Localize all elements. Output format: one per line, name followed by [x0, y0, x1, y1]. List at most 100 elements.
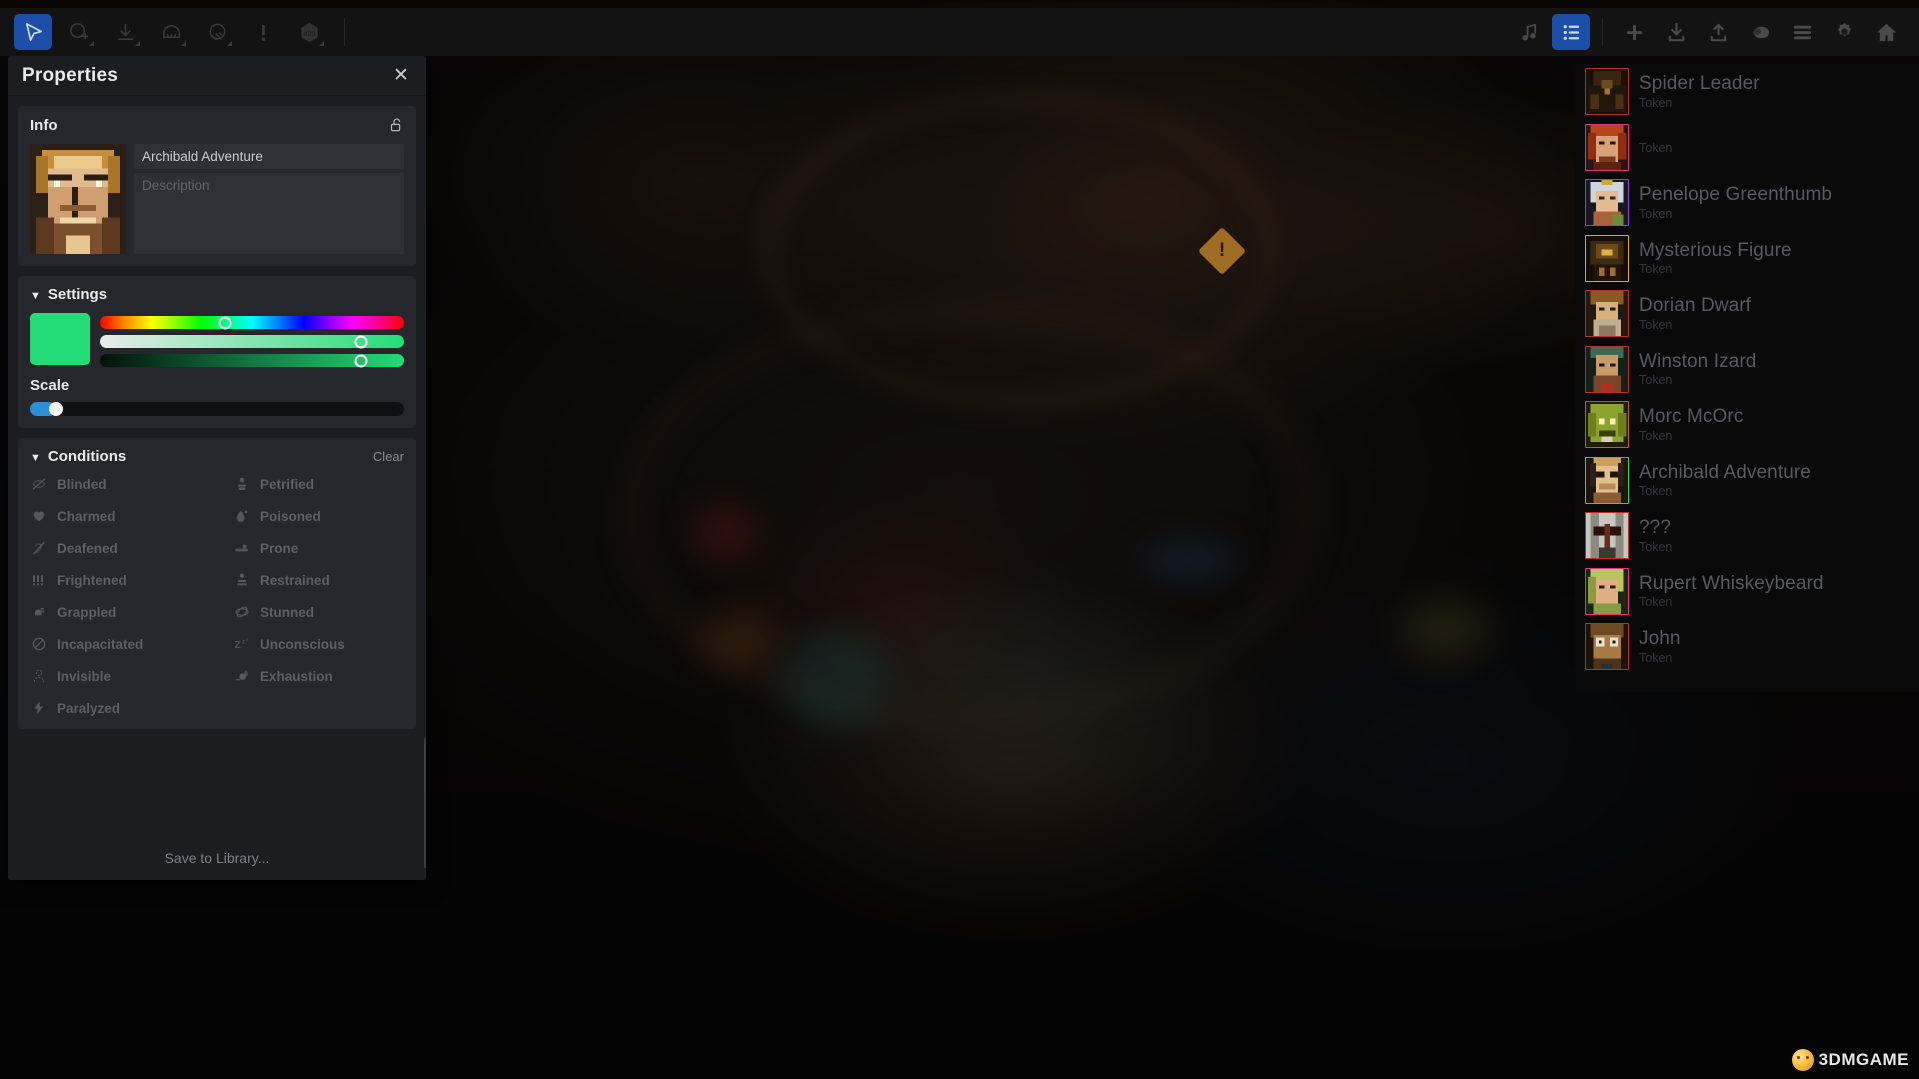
token-thumbnail[interactable]: [1585, 401, 1629, 449]
color-swatch[interactable]: [30, 313, 90, 365]
condition-restrained[interactable]: Restrained: [217, 571, 404, 589]
condition-label: Petrified: [260, 476, 315, 492]
select-tool[interactable]: [14, 14, 52, 50]
alert-tool[interactable]: [244, 14, 282, 50]
home-button[interactable]: [1867, 14, 1905, 50]
add-button[interactable]: [1615, 14, 1653, 50]
cloud-fog-icon: [1749, 21, 1772, 44]
settings-section-header[interactable]: ▼ Settings: [30, 286, 404, 303]
list-item[interactable]: Dorian Dwarf Token: [1575, 286, 1919, 342]
condition-grappled[interactable]: Grappled: [30, 603, 217, 621]
token-thumbnail[interactable]: [1585, 623, 1629, 671]
list-item[interactable]: Morc McOrc Token: [1575, 397, 1919, 453]
music-note-icon: [1518, 21, 1541, 44]
token-thumbnail[interactable]: [1585, 68, 1629, 116]
upload-button[interactable]: [1699, 14, 1737, 50]
token-thumbnail[interactable]: [1585, 456, 1629, 504]
watermark: 3DMGAME: [1791, 1049, 1909, 1071]
menu-button[interactable]: [1783, 14, 1821, 50]
scale-slider[interactable]: [30, 402, 404, 416]
token-type: Token: [1639, 317, 1673, 332]
fog-hide-icon: [206, 21, 229, 44]
list-item[interactable]: Archibald Adventure Token: [1575, 453, 1919, 509]
panel-scrollbar[interactable]: [424, 738, 426, 868]
chevron-down-icon[interactable]: ▼: [30, 452, 41, 464]
condition-blinded[interactable]: Blinded: [30, 475, 217, 493]
list-item[interactable]: Penelope Greenthumb Token: [1575, 175, 1919, 231]
scale-slider-knob[interactable]: [49, 402, 64, 416]
petrified-statue-icon: [233, 475, 251, 493]
condition-prone[interactable]: Prone: [217, 539, 404, 557]
music-button[interactable]: [1510, 14, 1548, 50]
condition-invisible[interactable]: Invisible: [30, 667, 217, 685]
settings-section-title: Settings: [47, 286, 108, 303]
avatar[interactable]: [30, 144, 126, 254]
condition-stunned[interactable]: Stunned: [217, 603, 404, 621]
token-description-input[interactable]: [134, 173, 404, 254]
settings-button[interactable]: [1825, 14, 1863, 50]
condition-label: Invisible: [57, 668, 112, 684]
token-text: Token: [1639, 140, 1672, 155]
token-type: Token: [1639, 95, 1673, 110]
condition-exhaustion[interactable]: Exhaustion: [217, 667, 404, 685]
list-item[interactable]: Token: [1575, 120, 1919, 176]
download-button[interactable]: [1657, 14, 1695, 50]
condition-empty: [217, 699, 404, 717]
condition-poisoned[interactable]: Poisoned: [217, 507, 404, 525]
condition-deafened[interactable]: Deafened: [30, 539, 217, 557]
token-list-panel[interactable]: Spider Leader Token Token Penelope Greenthu…: [1575, 64, 1919, 692]
value-slider-knob[interactable]: [354, 354, 368, 367]
condition-unconscious[interactable]: Zz z Unconscious: [217, 635, 404, 653]
token-thumbnail[interactable]: [1585, 512, 1629, 560]
condition-paralyzed[interactable]: Paralyzed: [30, 699, 217, 717]
condition-frightened[interactable]: Frightened: [30, 571, 217, 589]
unlocked-padlock-icon[interactable]: [389, 116, 404, 134]
list-item[interactable]: John Token: [1575, 619, 1919, 675]
condition-petrified[interactable]: Petrified: [217, 475, 404, 493]
token-thumbnail[interactable]: [1585, 123, 1629, 171]
list-item[interactable]: Mysterious Figure Token: [1575, 231, 1919, 287]
token-thumbnail[interactable]: [1585, 234, 1629, 282]
token-type: Token: [1639, 650, 1673, 665]
token-list-button[interactable]: [1552, 14, 1590, 50]
color-picker-row: [30, 313, 404, 367]
close-icon[interactable]: ✕: [388, 63, 414, 89]
condition-label: Incapacitated: [57, 636, 144, 652]
stunned-swirl-icon: [233, 603, 251, 621]
fog-button[interactable]: [1741, 14, 1779, 50]
value-slider[interactable]: [100, 354, 404, 367]
list-item[interactable]: Spider Leader Token: [1575, 64, 1919, 120]
map-warning-marker[interactable]: !: [1197, 226, 1247, 276]
save-to-library-button[interactable]: Save to Library...: [8, 850, 426, 866]
token-tool[interactable]: [152, 14, 190, 50]
token-name-input[interactable]: [134, 144, 404, 169]
token-thumbnail[interactable]: [1585, 179, 1629, 227]
condition-label: Paralyzed: [57, 700, 121, 716]
toolbar-left-group: d20: [14, 14, 353, 50]
gear-icon: [1833, 21, 1856, 44]
fog-hide-tool[interactable]: [198, 14, 236, 50]
unconscious-zzz-icon: Zzz: [233, 635, 251, 653]
list-item[interactable]: Rupert Whiskeybeard Token: [1575, 564, 1919, 620]
token-thumbnail[interactable]: [1585, 290, 1629, 338]
token-text: Morc McOrc Token: [1639, 406, 1743, 443]
import-tool[interactable]: [106, 14, 144, 50]
fog-reveal-tool[interactable]: [60, 14, 98, 50]
condition-label: Charmed: [57, 508, 116, 524]
list-item[interactable]: Winston Izard Token: [1575, 342, 1919, 398]
color-sliders: [100, 313, 404, 367]
condition-charmed[interactable]: Charmed: [30, 507, 217, 525]
tool-expand-corner: [227, 41, 232, 46]
clear-conditions-button[interactable]: Clear: [373, 449, 404, 464]
map-warning-marker-label: !: [1218, 240, 1226, 261]
saturation-slider-knob[interactable]: [354, 335, 368, 348]
token-name: Spider Leader: [1639, 73, 1760, 95]
token-thumbnail[interactable]: [1585, 345, 1629, 393]
saturation-slider[interactable]: [100, 335, 404, 348]
list-item[interactable]: ??? Token: [1575, 508, 1919, 564]
hue-slider[interactable]: [100, 316, 404, 329]
condition-incapacitated[interactable]: Incapacitated: [30, 635, 217, 653]
token-thumbnail[interactable]: [1585, 567, 1629, 615]
hue-slider-knob[interactable]: [218, 316, 232, 329]
dice-tool[interactable]: d20: [290, 14, 328, 50]
